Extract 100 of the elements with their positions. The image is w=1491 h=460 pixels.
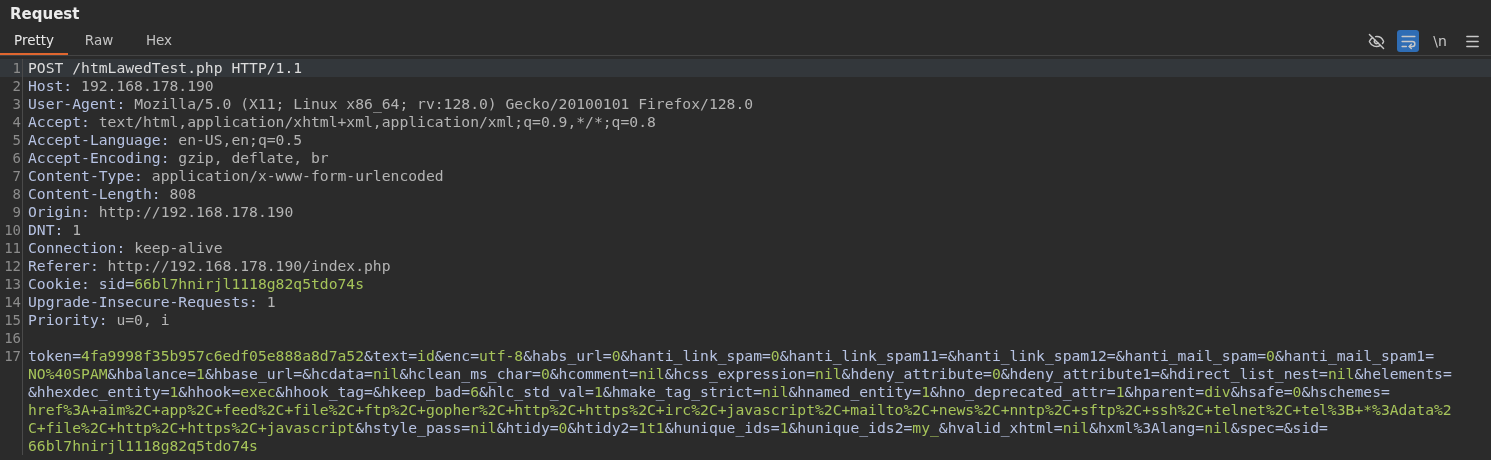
header-value: application/x-www-form-urlencoded [151, 167, 444, 184]
param-name: &hbalance= [107, 365, 197, 382]
param-value: 1t1 [638, 419, 665, 436]
header-value: http://192.168.178.190/index.php [107, 257, 391, 274]
param-name: &spec=&sid= [1230, 419, 1328, 436]
param-value: 1 [593, 383, 603, 400]
param-value: nil [1062, 419, 1090, 436]
param-value: 0 [540, 365, 550, 382]
line-number: 16 [3, 329, 21, 347]
line-number: 2 [11, 77, 21, 95]
param-value: 0 [1292, 383, 1302, 400]
header-name: Accept-Encoding: [28, 149, 171, 166]
header-value: http://192.168.178.190 [98, 203, 294, 220]
wrap-text-button[interactable] [1397, 30, 1419, 52]
param-value: nil [638, 365, 665, 382]
header-name: Priority: [28, 311, 109, 328]
param-name: &hxml%3Alang= [1089, 419, 1205, 436]
line-number: 10 [3, 221, 21, 239]
param-value: nil [762, 383, 789, 400]
line-number: 13 [3, 275, 21, 293]
line-number: 11 [3, 239, 21, 257]
param-name: &hdeny_attribute1=&hdirect_list_nest= [1000, 365, 1328, 382]
header-name: Origin: [28, 203, 91, 220]
param-name: &hcomment= [549, 365, 639, 382]
header-value: Mozilla/5.0 (X11; Linux x86_64; rv:128.0) Gecko/20100101 Firefox/128.0 [134, 95, 754, 112]
param-value: 0 [1266, 347, 1275, 364]
param-value: nil [470, 419, 497, 436]
newline-toggle[interactable]: \n [1429, 30, 1451, 52]
param-value: 0 [558, 419, 568, 436]
param-name: sid= [98, 275, 135, 292]
line-number: 6 [11, 149, 21, 167]
param-value: href%3A+aim%2C+app%2C+feed%2C+file%2C+ftp%2C+gopher%2C+http%2C+https%2C+irc%2C+javascript%2C+mailto%2C+news%2C+nntp%2C+sftp%2C+ssh%2C+telnet%2C+tel%3B+*%3Adata%2 [28, 401, 1452, 418]
param-value: 0 [991, 365, 1001, 382]
header-value: 808 [169, 185, 196, 202]
header-name: Upgrade-Insecure-Requests: [28, 293, 259, 310]
param-name: &htidy= [496, 419, 559, 436]
header-name: Content-Length: [28, 185, 162, 202]
header-value: en-US,en;q=0.5 [178, 131, 303, 148]
tab[interactable]: Hex [130, 27, 188, 55]
header-name: Content-Type: [28, 167, 144, 184]
param-value: 1 [779, 419, 789, 436]
param-name: &hunique_ids2= [788, 419, 913, 436]
param-name: &htidy2= [567, 419, 639, 436]
param-value: 0 [770, 347, 780, 364]
tab[interactable]: Pretty [0, 27, 68, 55]
header-name: Connection: [28, 239, 127, 256]
param-name: &hbase_url=&hcdata= [204, 365, 373, 382]
header-value: keep-alive [134, 239, 223, 256]
param-name: &hdeny_attribute= [841, 365, 992, 382]
request-line: POST /htmLawedTest.php HTTP/1.1 [28, 59, 303, 76]
header-name: Accept: [28, 113, 91, 130]
param-value: 66bl7hnirjl1118g82q5tdo74s [28, 437, 258, 454]
header-name: User-Agent: [28, 95, 127, 112]
param-value: exec [240, 383, 276, 400]
param-name: &habs_url= [523, 347, 612, 364]
param-value: 1 [1115, 383, 1125, 400]
header-value: u=0, i [116, 311, 170, 328]
param-value: 1 [169, 383, 179, 400]
line-number: 8 [11, 185, 21, 203]
param-value: 4fa9998f35b957c6edf05e888a8d7a52 [81, 347, 365, 364]
line-number: 17 [3, 347, 21, 365]
param-name: &hmake_tag_strict= [602, 383, 762, 400]
param-value: NO%40SPAM [28, 365, 108, 382]
line-number: 1 [11, 59, 21, 77]
param-value: nil [1327, 365, 1355, 382]
param-name: &hlc_std_val= [479, 383, 594, 400]
line-number: 12 [3, 257, 21, 275]
tab[interactable]: Raw [68, 27, 130, 55]
line-number: 5 [11, 131, 21, 149]
header-value: text/html,application/xhtml+xml,application/xml;q=0.9,*/*;q=0.8 [98, 113, 656, 130]
param-name: &hparent= [1124, 383, 1205, 400]
param-name: &hnamed_entity= [788, 383, 922, 400]
line-number: 4 [11, 113, 21, 131]
header-name: Host: [28, 77, 74, 94]
param-name: &enc= [434, 347, 479, 364]
panel-title: Request [9, 4, 81, 25]
param-name: token= [28, 347, 82, 364]
param-name: &hhexdec_entity= [28, 383, 170, 400]
param-value: my_ [912, 419, 939, 436]
param-value: C+file%2C+http%2C+https%2C+javascript [28, 419, 356, 436]
param-name: &hcss_expression= [664, 365, 816, 382]
param-name: &hstyle_pass= [355, 419, 471, 436]
line-number: 9 [11, 203, 21, 221]
param-value: utf-8 [479, 347, 524, 364]
param-value: div [1204, 383, 1231, 400]
param-value: id [417, 347, 435, 364]
param-name: &hunique_ids= [664, 419, 780, 436]
param-name: &hanti_link_spam11=&hanti_link_spam12=&hanti_mail_spam= [779, 347, 1267, 364]
param-value: nil [1204, 419, 1231, 436]
param-value: nil [815, 365, 842, 382]
header-name: Cookie: [28, 275, 91, 292]
param-name: &hvalid_xhtml= [938, 419, 1063, 436]
param-value: 1 [196, 365, 205, 382]
header-name: Referer: [28, 257, 100, 274]
param-value: 0 [611, 347, 621, 364]
header-value: 192.168.178.190 [81, 77, 214, 94]
line-number: 15 [3, 311, 21, 329]
param-name: &hclean_ms_char= [399, 365, 541, 382]
param-name: &text= [364, 347, 418, 364]
param-name: &hhook_tag=&hkeep_bad= [275, 383, 471, 400]
